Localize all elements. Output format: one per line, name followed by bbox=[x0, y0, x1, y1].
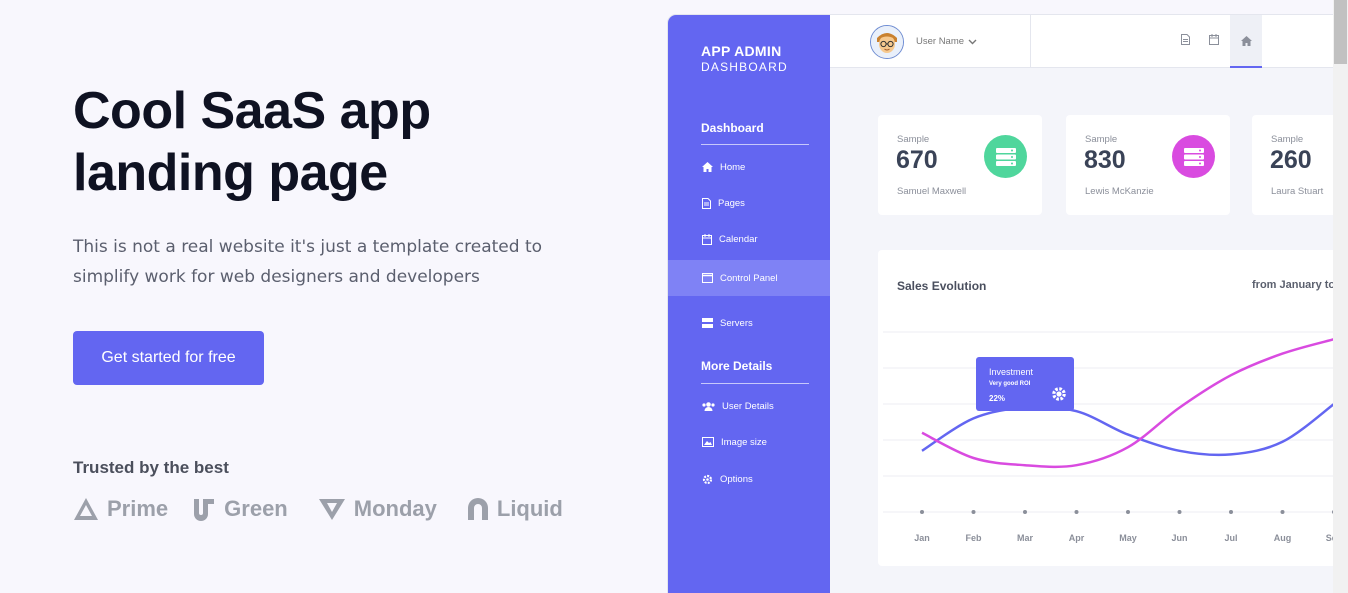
window-icon bbox=[702, 273, 713, 283]
x-tick-label: Aug bbox=[1274, 533, 1292, 543]
sidebar-item-label: Home bbox=[720, 161, 746, 173]
gear-icon bbox=[702, 474, 713, 484]
sidebar-item-options[interactable]: Options bbox=[668, 461, 830, 497]
sales-chart: JanFebMarAprMayJunJulAugSepInvestmentVer… bbox=[883, 331, 1348, 543]
section-dashboard: Dashboard bbox=[701, 121, 764, 135]
get-started-button[interactable]: Get started for free bbox=[73, 331, 264, 385]
trusted-heading: Trusted by the best bbox=[73, 458, 229, 477]
tooltip-value: 22% bbox=[989, 394, 1005, 403]
sidebar-item-calendar[interactable]: Calendar bbox=[668, 221, 830, 257]
scrollbar-thumb[interactable] bbox=[1334, 0, 1347, 64]
x-tick-label: Mar bbox=[1017, 533, 1034, 543]
server-icon bbox=[702, 318, 713, 328]
logo-liquid: Liquid bbox=[467, 496, 563, 522]
hero-title: Cool SaaS app landing page bbox=[73, 82, 431, 202]
sidebar-item-label: Control Panel bbox=[720, 272, 778, 284]
stat-name: Lewis McKanzie bbox=[1085, 186, 1154, 197]
tooltip-subtitle: Very good ROI bbox=[989, 381, 1031, 387]
top-bar: User Name bbox=[830, 15, 1348, 68]
users-icon bbox=[702, 401, 715, 411]
page-icon bbox=[702, 197, 711, 209]
sidebar-item-label: Calendar bbox=[719, 233, 758, 245]
x-tick-dot bbox=[971, 510, 976, 514]
sidebar-item-pages[interactable]: Pages bbox=[668, 185, 830, 221]
brand-title: APP ADMIN bbox=[701, 43, 782, 59]
stat-value: 830 bbox=[1084, 146, 1126, 174]
stat-name: Samuel Maxwell bbox=[897, 186, 967, 197]
document-icon[interactable] bbox=[1181, 34, 1190, 45]
x-tick-label: Jul bbox=[1224, 533, 1237, 543]
stat-label: Sample bbox=[897, 134, 930, 145]
prime-icon bbox=[74, 498, 98, 520]
logo-liquid-label: Liquid bbox=[496, 496, 563, 521]
scrollbar[interactable] bbox=[1333, 0, 1348, 593]
dashboard-preview: APP ADMIN DASHBOARD Dashboard Home Pages… bbox=[668, 15, 1348, 593]
x-tick-label: Jun bbox=[1171, 533, 1187, 543]
sidebar-item-user-details[interactable]: User Details bbox=[668, 388, 830, 424]
x-tick-dot bbox=[1023, 510, 1027, 514]
x-tick-label: May bbox=[1119, 533, 1137, 543]
logo-prime-label: Prime bbox=[107, 496, 169, 521]
green-icon bbox=[194, 499, 215, 521]
sidebar-item-label: User Details bbox=[722, 400, 774, 412]
x-tick-dot bbox=[920, 510, 924, 514]
section-divider bbox=[701, 383, 809, 384]
x-tick-dot bbox=[1177, 510, 1182, 514]
stat-label: Sample bbox=[1271, 134, 1304, 145]
calendar-icon[interactable] bbox=[1209, 34, 1219, 45]
partner-logos: Prime Green Monday Liquid bbox=[73, 496, 563, 522]
avatar[interactable] bbox=[870, 25, 904, 59]
x-tick-dot bbox=[1126, 510, 1130, 514]
sidebar-item-label: Servers bbox=[720, 317, 753, 329]
section-more-details: More Details bbox=[701, 359, 773, 373]
brand-subtitle: DASHBOARD bbox=[701, 60, 788, 74]
stat-name: Laura Stuart bbox=[1271, 186, 1324, 197]
stat-value: 260 bbox=[1270, 146, 1312, 174]
image-icon bbox=[702, 437, 714, 447]
home-icon bbox=[702, 162, 713, 172]
sidebar-item-label: Options bbox=[720, 473, 753, 485]
stat-value: 670 bbox=[896, 146, 938, 174]
x-tick-label: Jan bbox=[914, 533, 930, 543]
sidebar: APP ADMIN DASHBOARD Dashboard Home Pages… bbox=[668, 15, 830, 593]
section-divider bbox=[701, 144, 809, 145]
sidebar-item-image-size[interactable]: Image size bbox=[668, 424, 830, 460]
server-icon bbox=[1172, 135, 1215, 178]
sales-chart-card: Sales Evolution from January to Jan Feb Ma… bbox=[878, 250, 1348, 566]
sidebar-item-servers[interactable]: Servers bbox=[668, 305, 830, 341]
user-menu[interactable]: User Name bbox=[916, 36, 977, 47]
server-icon bbox=[984, 135, 1027, 178]
x-tick-dot bbox=[1229, 510, 1233, 514]
hero-subtitle: This is not a real website it's just a t… bbox=[73, 237, 543, 287]
avatar-face-icon bbox=[871, 26, 903, 58]
logo-green-label: Green bbox=[224, 496, 288, 521]
sidebar-item-home[interactable]: Home bbox=[668, 149, 830, 185]
stat-card: Sample 830 Lewis McKanzie bbox=[1066, 115, 1230, 215]
stat-card: Sample 670 Samuel Maxwell bbox=[878, 115, 1042, 215]
sidebar-item-control-panel[interactable]: Control Panel bbox=[668, 260, 830, 296]
logo-green: Green bbox=[192, 496, 288, 522]
x-tick-dot bbox=[1074, 510, 1079, 514]
divider bbox=[1030, 15, 1031, 68]
x-tick-label: Feb bbox=[965, 533, 982, 543]
tooltip-title: Investment bbox=[989, 367, 1034, 377]
x-tick-label: Apr bbox=[1069, 533, 1085, 543]
tab-home[interactable] bbox=[1230, 15, 1262, 68]
logo-monday-label: Monday bbox=[353, 496, 437, 521]
home-icon bbox=[1240, 35, 1252, 46]
stat-label: Sample bbox=[1085, 134, 1118, 145]
chevron-down-icon bbox=[968, 39, 977, 44]
sidebar-item-label: Image size bbox=[721, 436, 767, 448]
user-name: User Name bbox=[916, 36, 965, 47]
gear-icon-center bbox=[1056, 391, 1062, 397]
liquid-icon bbox=[467, 498, 488, 520]
sidebar-item-label: Pages bbox=[718, 197, 745, 209]
logo-monday: Monday bbox=[318, 496, 437, 522]
x-tick-dot bbox=[1280, 510, 1285, 514]
monday-icon bbox=[318, 499, 345, 520]
calendar-icon bbox=[702, 233, 712, 245]
logo-prime: Prime bbox=[73, 496, 168, 522]
